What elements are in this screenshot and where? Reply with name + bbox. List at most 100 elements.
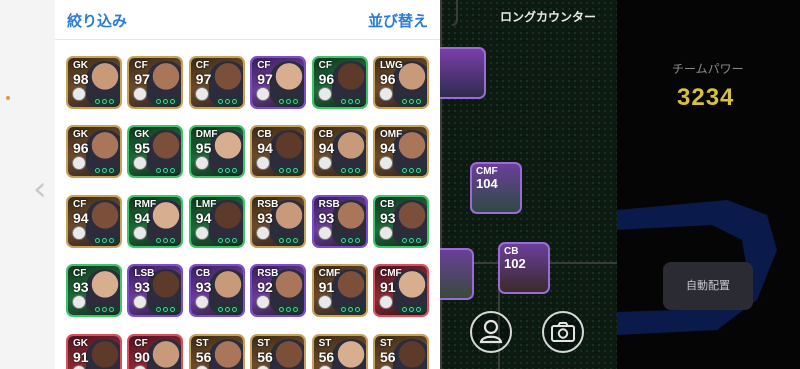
player-card[interactable]: ST 56 [373, 333, 429, 369]
player-card[interactable]: RSB 93 [250, 194, 307, 248]
player-portrait [208, 338, 243, 369]
player-rating: 91 [318, 279, 335, 296]
player-card[interactable]: CB 94 [311, 125, 368, 179]
player-card[interactable]: CMF 91 [311, 264, 368, 318]
skill-dot-icon [170, 99, 176, 104]
skill-dot-icon [95, 168, 100, 174]
player-card[interactable]: CB 93 [188, 264, 245, 318]
player-position: CF [195, 60, 210, 71]
club-emblem-icon [194, 225, 209, 240]
player-card[interactable]: ST 56 [250, 333, 307, 369]
player-card[interactable]: OMF 94 [373, 125, 429, 179]
player-card[interactable]: CB 94 [250, 125, 307, 179]
player-card[interactable]: LMF 94 [188, 194, 245, 248]
skill-dot-icon [279, 307, 285, 313]
skill-dot-icon [109, 237, 114, 243]
player-portrait [331, 338, 366, 369]
player-card[interactable]: ST 56 [188, 333, 245, 369]
player-card[interactable]: GK 95 [127, 125, 184, 179]
player-card[interactable]: LWG 96 [373, 56, 429, 109]
skill-dot-icon [286, 307, 292, 313]
skill-dot-icon [354, 237, 360, 243]
player-rating: 96 [318, 71, 335, 87]
skill-dot-icon [102, 237, 107, 243]
skill-dot-icon [231, 168, 237, 174]
player-rating: 95 [134, 140, 150, 157]
player-position: ST [318, 337, 332, 349]
player-card[interactable]: CF 97 [250, 56, 307, 109]
skill-dot-icon [340, 237, 346, 243]
skill-dot-icon [293, 99, 299, 104]
player-card[interactable]: CB 93 [373, 194, 429, 248]
player-position: LWG [380, 60, 403, 71]
player-profile-button[interactable] [470, 311, 512, 353]
player-card[interactable]: DMF 95 [188, 125, 245, 179]
skill-indicator-bar [399, 167, 425, 175]
skill-dot-icon [409, 168, 414, 174]
pitch-arc [452, 0, 458, 26]
player-card[interactable]: LSB 93 [127, 264, 184, 318]
player-position: RSB [257, 198, 279, 210]
player-rating: 56 [195, 348, 212, 365]
skill-dot-icon [156, 168, 162, 174]
club-emblem-icon [317, 156, 332, 171]
skill-indicator-bar [153, 167, 180, 175]
skill-dot-icon [347, 237, 353, 243]
skill-dot-icon [293, 168, 299, 174]
pitch-player-card[interactable] [440, 248, 474, 300]
player-rating: 94 [380, 140, 396, 157]
player-position: CMF [318, 268, 341, 280]
skill-dot-icon [402, 307, 407, 313]
screenshot-button[interactable] [542, 311, 584, 353]
filter-button[interactable]: 絞り込み [67, 10, 127, 31]
player-position: DMF [195, 129, 218, 141]
club-emblem-icon [194, 87, 209, 101]
player-list-panel: 絞り込み 並び替え GK 98 CF 97 CF 97 CF 97 CF 96 LWG 96 GK 96 G… [55, 0, 440, 369]
skill-indicator-bar [214, 167, 241, 175]
player-card[interactable]: RSB 93 [311, 194, 368, 248]
pitch-player-card[interactable]: CB 102 [498, 242, 550, 294]
club-emblem-icon [72, 225, 86, 240]
player-card[interactable]: GK 91 [66, 333, 122, 369]
skill-dot-icon [170, 307, 176, 313]
skill-indicator-bar [337, 98, 364, 105]
player-rating: 102 [504, 256, 526, 271]
player-rating: 93 [134, 279, 150, 296]
player-card[interactable]: ST 56 [311, 333, 368, 369]
skill-dot-icon [279, 99, 285, 104]
skill-dot-icon [354, 99, 360, 104]
player-card[interactable]: CF 97 [127, 56, 184, 109]
skill-dot-icon [340, 168, 346, 174]
skill-dot-icon [286, 99, 292, 104]
player-card[interactable]: GK 96 [66, 125, 122, 179]
skill-dot-icon [170, 237, 176, 243]
pitch-player-card[interactable] [440, 47, 486, 99]
auto-lineup-button[interactable]: 自動配置 [663, 262, 753, 310]
pitch-player-card[interactable]: CMF 104 [470, 162, 522, 214]
camera-icon [551, 322, 575, 342]
player-position: CB [257, 129, 272, 141]
player-card[interactable]: CF 96 [311, 56, 368, 109]
skill-dot-icon [340, 307, 346, 313]
player-position: OMF [380, 129, 403, 141]
player-position: ST [380, 337, 393, 349]
skill-indicator-bar [337, 167, 364, 175]
player-card[interactable]: CF 93 [66, 264, 122, 318]
player-card[interactable]: CF 90 [127, 333, 184, 369]
team-info-column: チームパワー 3234 自動配置 [617, 0, 800, 369]
player-position: CF [73, 268, 87, 280]
player-card[interactable]: RMF 94 [127, 194, 184, 248]
player-card[interactable]: CF 97 [188, 56, 245, 109]
skill-dot-icon [409, 307, 414, 313]
player-card[interactable]: CF 94 [66, 194, 122, 248]
sort-button[interactable]: 並び替え [368, 10, 428, 31]
skill-dot-icon [109, 99, 114, 104]
chevron-left-icon[interactable]: ‹ [33, 172, 47, 206]
player-position: CF [318, 60, 332, 71]
player-card[interactable]: GK 98 [66, 56, 122, 109]
skill-dot-icon [286, 168, 292, 174]
player-card[interactable]: RSB 92 [250, 264, 307, 318]
skill-dot-icon [224, 237, 230, 243]
player-card[interactable]: CMF 91 [373, 264, 429, 318]
player-rating: 95 [195, 140, 212, 157]
